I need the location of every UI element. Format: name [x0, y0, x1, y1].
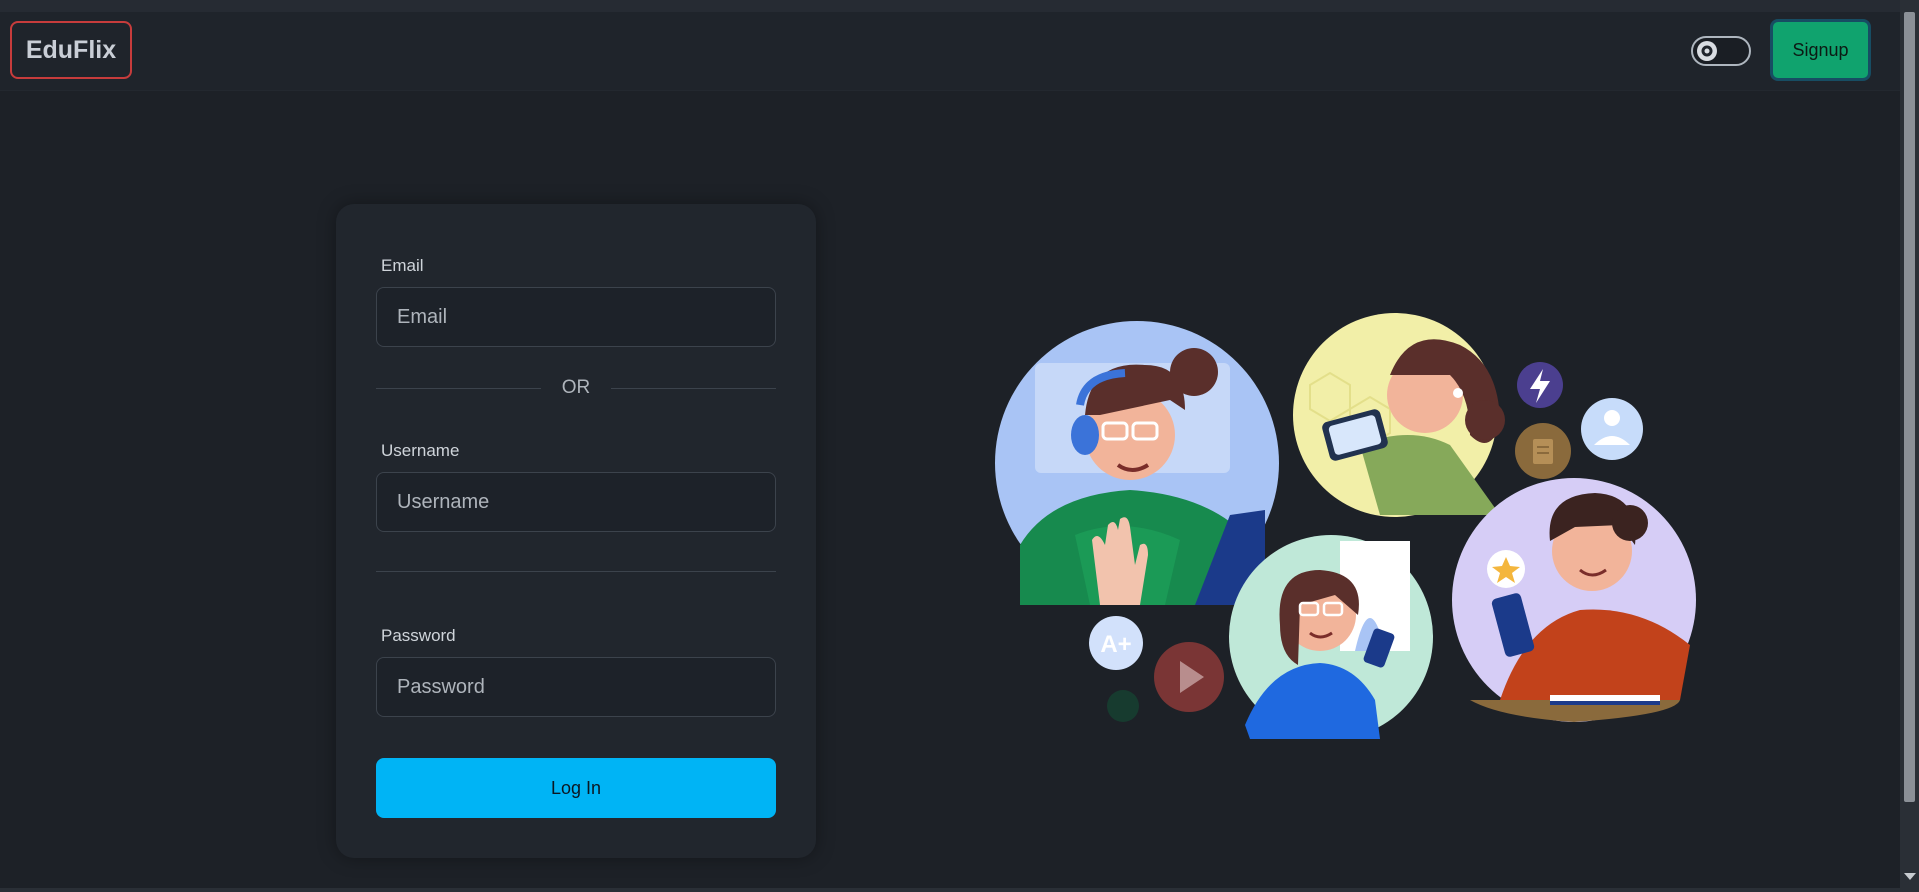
grade-badge-icon: A+: [1089, 616, 1143, 670]
avatar-circle-phone-boy: [1452, 478, 1696, 722]
scroll-down-arrow-icon[interactable]: [1904, 873, 1916, 880]
scrollbar-thumb[interactable]: [1904, 12, 1915, 802]
navbar: EduFlix Signup: [0, 12, 1900, 91]
username-field[interactable]: [376, 472, 776, 532]
user-icon: [1581, 398, 1643, 460]
avatar-circle-headphones: [995, 321, 1279, 605]
theme-toggle[interactable]: [1691, 36, 1751, 66]
grade-badge-text: A+: [1100, 631, 1131, 658]
decorative-dot: [1107, 690, 1139, 722]
play-icon: [1154, 642, 1224, 712]
email-label: Email: [381, 256, 424, 275]
login-button[interactable]: Log In: [376, 758, 776, 818]
page-scrollbar[interactable]: [1900, 0, 1919, 892]
lightning-icon: [1517, 362, 1563, 408]
login-card: Email OR Username Password Log In: [336, 204, 816, 858]
browser-bottom-strip: [0, 888, 1900, 892]
avatar-circle-phone-girl: [1229, 535, 1433, 739]
section-divider: [376, 571, 776, 572]
password-field[interactable]: [376, 657, 776, 717]
avatar-circle-tablet: [1293, 313, 1505, 517]
username-label: Username: [381, 441, 460, 460]
or-divider-right: [611, 388, 776, 389]
learners-illustration: A+: [995, 313, 1696, 739]
signup-button[interactable]: Signup: [1770, 19, 1871, 81]
star-icon: [1487, 550, 1525, 588]
brand-logo[interactable]: EduFlix: [10, 21, 132, 79]
password-label: Password: [381, 626, 456, 645]
email-field[interactable]: [376, 287, 776, 347]
document-icon: [1515, 423, 1571, 479]
gear-icon: [1697, 41, 1717, 61]
browser-top-strip: [0, 0, 1900, 12]
